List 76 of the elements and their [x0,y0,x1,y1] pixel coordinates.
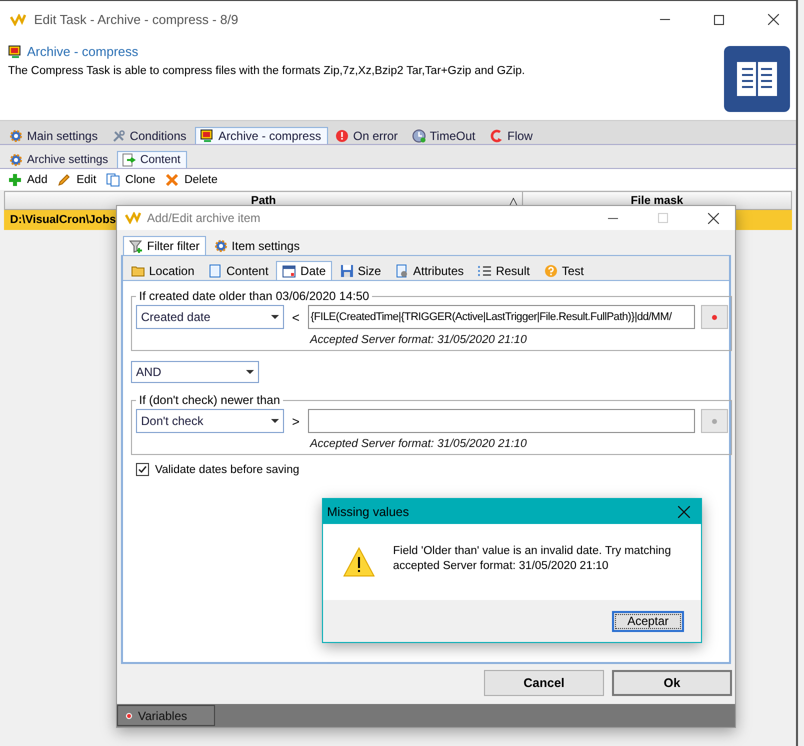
gear-icon [214,239,228,253]
sub-tab[interactable]: Attributes [389,261,470,280]
tab[interactable]: Item settings [208,236,306,255]
document-icon [208,264,222,278]
toolbar-button[interactable]: Delete [165,172,218,186]
checkbox-label: Validate dates before saving [155,464,300,476]
accept-button[interactable]: Aceptar [612,610,684,632]
date-type-dropdown[interactable]: Created date [136,305,284,329]
minimize-icon [660,19,670,20]
numbered-list-icon [478,264,492,278]
format-hint: Accepted Server format: 31/05/2020 21:10 [310,438,528,450]
sub-tab[interactable]: Date [276,261,332,280]
tab[interactable]: On error [330,127,405,144]
logic-dropdown[interactable]: AND [131,361,259,383]
question-icon [544,264,558,278]
monitor-icon [200,129,214,143]
app-logo-icon [125,212,141,224]
dialog-title: Add/Edit archive item [147,211,262,225]
date-input-field[interactable]: {FILE(CreatedTime|{TRIGGER(Active|LastTrigger|File.Result.FullPath)}|dd/MM/ [308,305,695,329]
format-hint: Accepted Server format: 31/05/2020 21:10 [310,334,528,346]
clock-icon [412,129,426,143]
sub-tab[interactable]: Content [202,261,274,280]
tab[interactable]: Conditions [106,127,194,144]
sub-tab[interactable]: Result [472,261,536,280]
sub-tab[interactable]: Test [538,261,590,280]
error-icon [335,129,350,143]
monitor-icon [8,44,22,58]
group-legend: If (don't check) newer than [136,393,284,407]
funnel-icon [129,239,143,253]
message-box-title: Missing values [327,504,410,518]
tab[interactable]: Main settings [4,127,105,144]
pick-date-button[interactable] [700,305,728,329]
date-input-field[interactable] [308,409,695,433]
sub-tab[interactable]: Content [117,151,188,168]
tab[interactable]: Flow [484,127,540,144]
sub-tab[interactable]: Archive settings [4,151,116,168]
dialog-button[interactable]: Cancel [484,670,604,696]
book-icon [724,46,790,112]
sub-tab[interactable]: Size [334,261,388,280]
folder-icon [131,264,145,278]
app-logo-icon [10,14,26,26]
checkbox[interactable] [136,463,149,476]
window-title: Edit Task - Archive - compress - 8/9 [34,12,240,27]
maximize-icon [714,14,724,24]
curved-arrow-icon [489,129,504,143]
close-icon [768,14,778,25]
pick-date-button[interactable] [700,409,728,433]
task-description: The Compress Task is able to compress files with the formats Zip,7z,Xz,Bzip2 Tar,Tar+Gzip and GZip. [8,65,526,77]
calendar-icon [282,264,296,278]
toolbar-button[interactable]: Edit [57,172,96,186]
wrench-icon [112,129,126,143]
copy-icon [106,172,120,186]
close-icon [678,506,690,518]
group-legend: If created date older than 03/06/2020 14:50 [136,289,372,303]
tab[interactable]: Filter filter [123,236,206,255]
gear-icon [9,129,23,143]
delete-icon [165,172,180,186]
dialog-button[interactable]: Ok [612,670,732,696]
task-title: Archive - compress [27,44,138,59]
operator-label: > [292,414,300,428]
date-type-dropdown[interactable]: Don't check [136,409,284,433]
tab[interactable]: Archive - compress [195,127,328,144]
maximize-icon [658,213,668,223]
plus-icon [8,172,22,186]
toolbar-button[interactable]: Add [8,172,48,186]
pencil-icon [57,172,72,186]
column-header[interactable]: File mask [523,192,791,209]
operator-label: < [292,310,300,324]
message-text: Field 'Older than' value is an invalid date. Try matching accepted Server format: 31/05/2020 21:10 [393,544,672,574]
warning-icon [343,547,375,577]
sub-tab[interactable]: Location [125,261,200,280]
variables-button[interactable]: Variables [117,705,215,726]
close-icon [708,212,718,224]
tab[interactable]: TimeOut [406,127,482,144]
gear-icon [9,153,23,167]
toolbar-button[interactable]: Clone [106,172,156,186]
